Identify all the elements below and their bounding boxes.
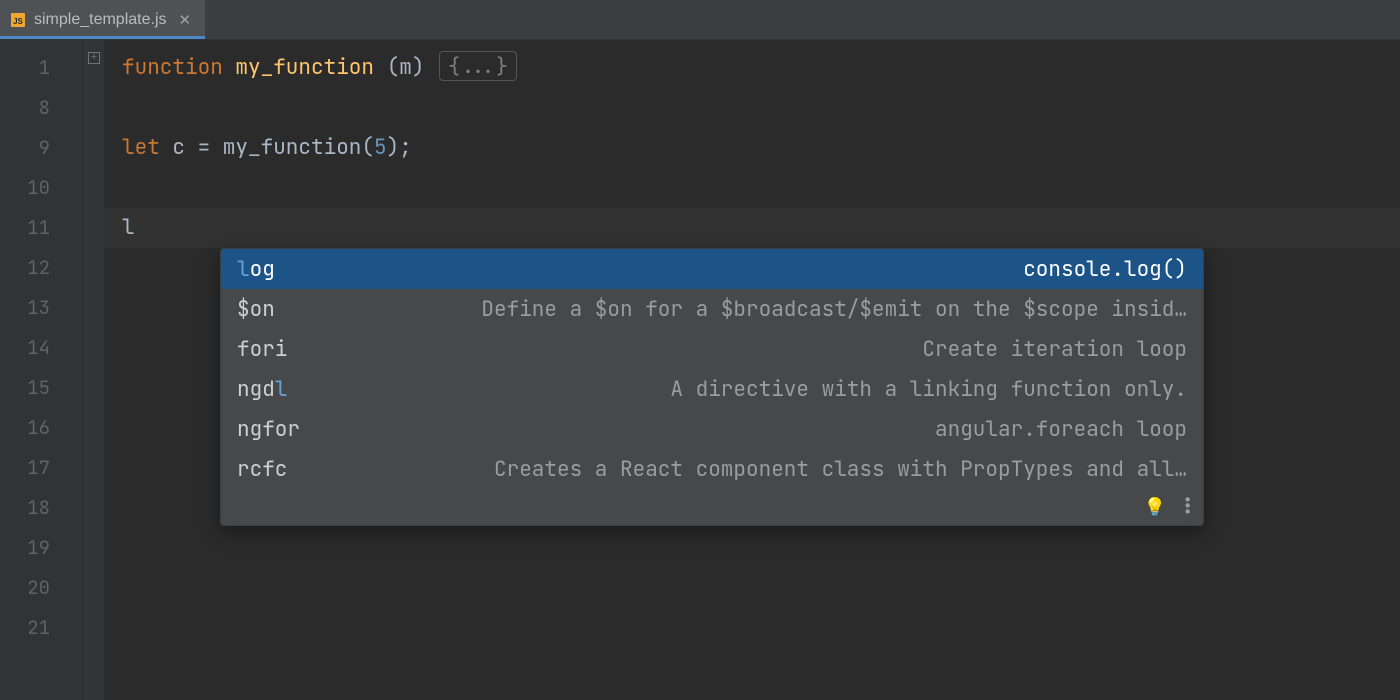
fold-badge[interactable]: {...} <box>439 51 517 81</box>
function-name: my_function <box>223 54 387 81</box>
editor-tab[interactable]: JS simple_template.js ✕ <box>0 0 205 39</box>
fold-expand-icon[interactable]: + <box>88 52 100 64</box>
completion-item[interactable]: ngdl A directive with a linking function … <box>221 369 1203 409</box>
completion-name: log <box>237 256 275 283</box>
keyword: function <box>122 54 223 81</box>
completion-desc: angular.foreach loop <box>935 416 1187 443</box>
completion-item[interactable]: log console.log() <box>221 249 1203 289</box>
svg-text:JS: JS <box>13 17 23 26</box>
completion-item[interactable]: fori Create iteration loop <box>221 329 1203 369</box>
kebab-icon[interactable]: ••• <box>1182 498 1191 516</box>
code-line: let c = my_function(5); <box>104 128 1400 168</box>
completion-name: ngdl <box>237 376 287 403</box>
completion-desc: console.log() <box>1023 256 1187 283</box>
completion-desc: A directive with a linking function only… <box>670 376 1187 403</box>
tab-bar: JS simple_template.js ✕ <box>0 0 1400 40</box>
js-file-icon: JS <box>10 12 26 28</box>
code-line <box>104 568 1400 608</box>
bulb-icon[interactable]: 💡 <box>1144 496 1166 519</box>
code-area[interactable]: function my_function (m) {...} let c = m… <box>104 40 1400 700</box>
tab-filename: simple_template.js <box>34 11 167 29</box>
completion-name: $on <box>237 296 275 323</box>
code-line <box>104 88 1400 128</box>
code-text: (m) <box>387 54 437 81</box>
number-literal: 5 <box>374 134 387 161</box>
gutter: + 189101112131415161718192021 <box>0 40 104 700</box>
close-tab-icon[interactable]: ✕ <box>179 11 192 29</box>
completion-desc: Define a $on for a $broadcast/$emit on t… <box>481 296 1187 323</box>
completion-popup[interactable]: log console.log() $on Define a $on for a $b… <box>220 248 1204 526</box>
completion-name: fori <box>237 336 287 363</box>
code-line: function my_function (m) {...} <box>104 48 1400 88</box>
code-text: c = my_function( <box>160 134 374 161</box>
completion-item[interactable]: rcfc Creates a React component class with… <box>221 449 1203 489</box>
completion-desc: Create iteration loop <box>922 336 1187 363</box>
code-line <box>104 608 1400 648</box>
editor: + 189101112131415161718192021 function m… <box>0 40 1400 700</box>
fold-column: + <box>86 40 104 700</box>
code-line <box>104 168 1400 208</box>
completion-item[interactable]: ngfor angular.foreach loop <box>221 409 1203 449</box>
typed-text: l <box>122 214 135 241</box>
completion-item[interactable]: $on Define a $on for a $broadcast/$emit o… <box>221 289 1203 329</box>
keyword: let <box>122 134 160 161</box>
code-line <box>104 528 1400 568</box>
code-line-current: l <box>104 208 1400 248</box>
completion-desc: Creates a React component class with Pro… <box>494 456 1187 483</box>
code-text: ); <box>387 134 412 161</box>
completion-name: ngfor <box>237 416 300 443</box>
completion-name: rcfc <box>237 456 287 483</box>
completion-footer: 💡 ••• <box>221 489 1203 525</box>
